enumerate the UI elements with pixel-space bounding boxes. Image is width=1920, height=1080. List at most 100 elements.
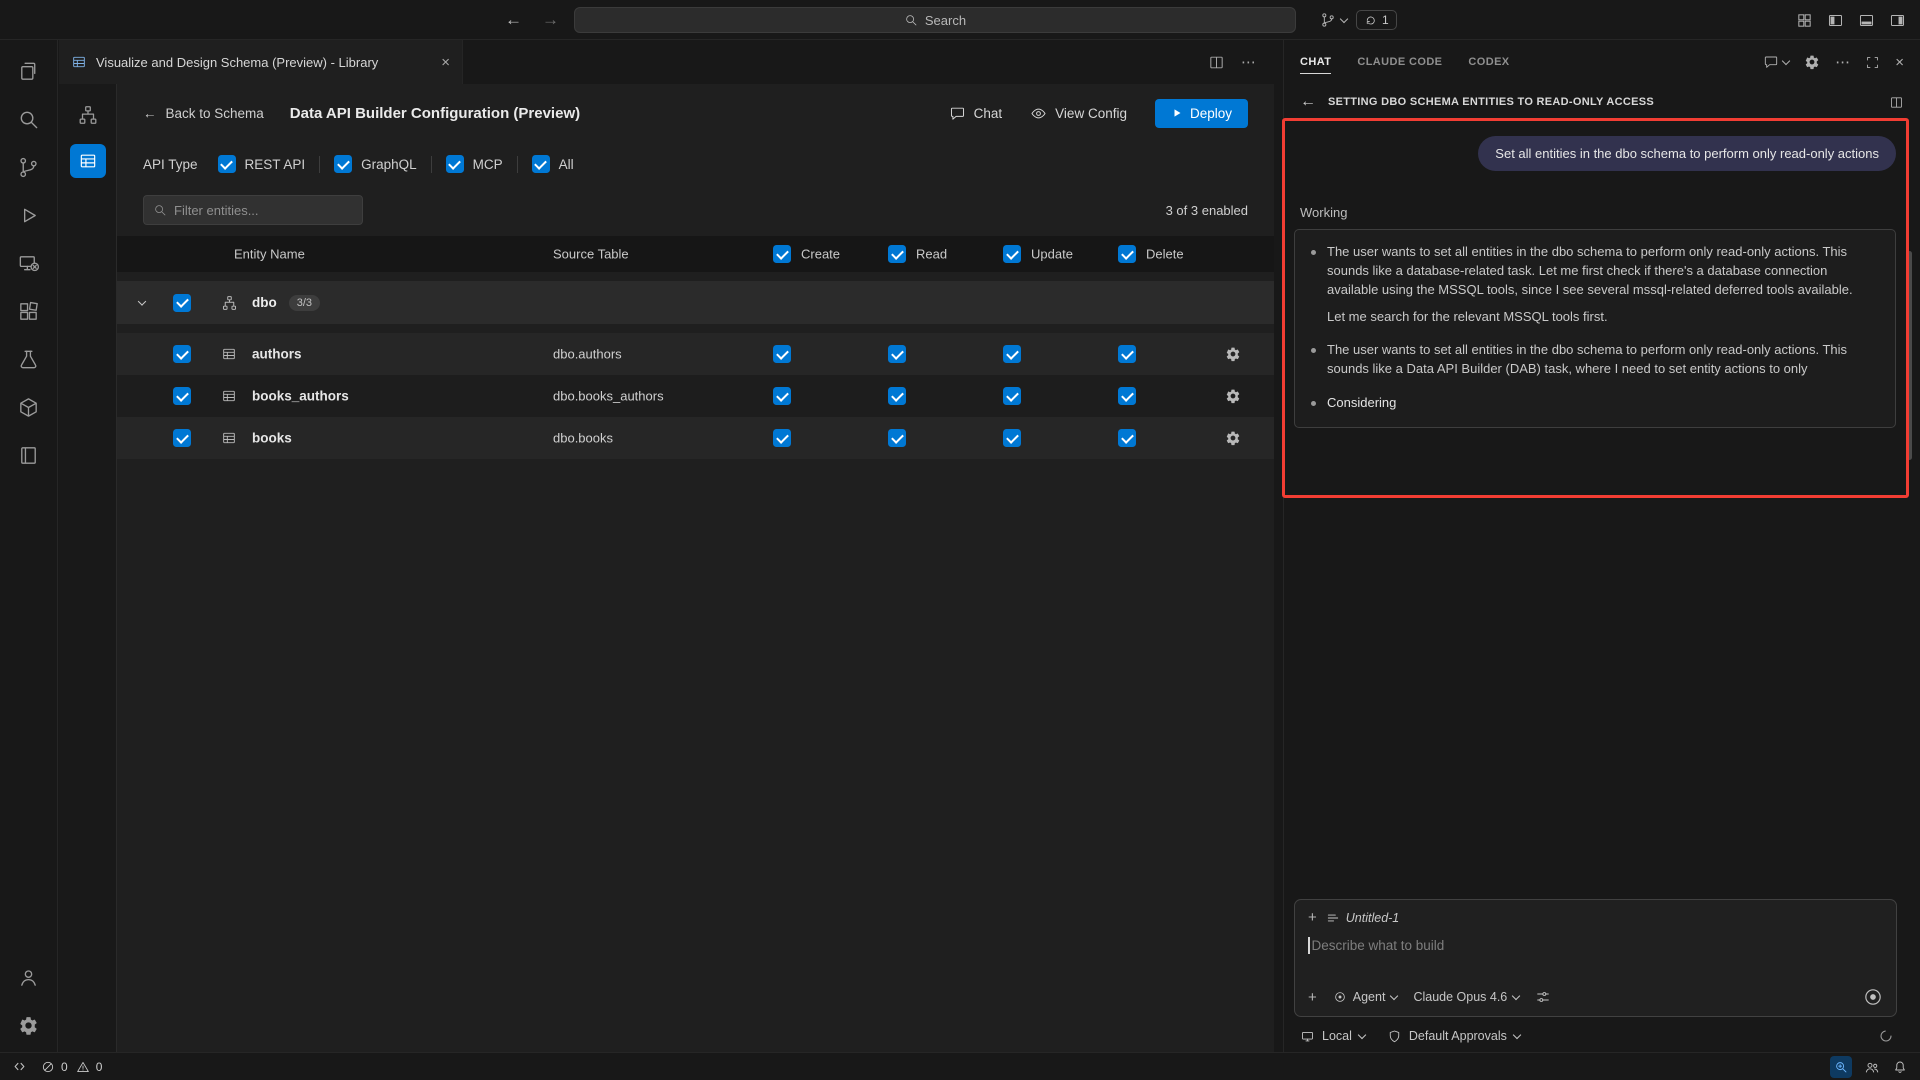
bullet-icon: [1311, 348, 1316, 353]
entity-settings-button[interactable]: [1225, 430, 1241, 446]
api-option-graphql[interactable]: GraphQL: [334, 155, 417, 173]
rest-api-checkbox[interactable]: [218, 155, 236, 173]
collapse-group-chevron-icon[interactable]: [138, 297, 146, 305]
sync-status-pill[interactable]: 1: [1356, 10, 1397, 30]
chat-back-icon[interactable]: ←: [1300, 93, 1316, 111]
environment-dropdown[interactable]: Local: [1300, 1029, 1365, 1044]
testing-icon[interactable]: [7, 338, 51, 380]
zoom-status-button[interactable]: [1830, 1056, 1852, 1078]
create-checkbox[interactable]: [773, 387, 791, 405]
table-row-authors[interactable]: authors dbo.authors: [117, 333, 1274, 375]
read-checkbox[interactable]: [888, 345, 906, 363]
chat-settings-gear-icon[interactable]: [1804, 54, 1820, 70]
context-file-chip[interactable]: Untitled-1: [1326, 911, 1400, 925]
create-checkbox[interactable]: [773, 345, 791, 363]
table-row-books[interactable]: books dbo.books: [117, 417, 1274, 459]
explorer-icon[interactable]: [7, 50, 51, 92]
new-chat-dropdown-button[interactable]: [1763, 54, 1789, 70]
api-builder-view-button[interactable]: [70, 144, 106, 178]
row-select-checkbox[interactable]: [173, 429, 191, 447]
chat-composer[interactable]: + Untitled-1 Describe what to build + Ag…: [1294, 899, 1897, 1017]
schema-group-row-dbo[interactable]: dbo 3/3: [117, 281, 1274, 324]
update-checkbox[interactable]: [1003, 387, 1021, 405]
remote-indicator-icon[interactable]: [12, 1059, 27, 1074]
notebook-icon[interactable]: [7, 434, 51, 476]
toggle-primary-sidebar-icon[interactable]: [1827, 12, 1844, 29]
close-tab-icon[interactable]: ×: [441, 54, 450, 71]
customize-layout-icon[interactable]: [1796, 12, 1813, 29]
attach-button[interactable]: +: [1308, 989, 1317, 1006]
command-search-box[interactable]: Search: [574, 7, 1296, 33]
tab-visualize-design-schema[interactable]: Visualize and Design Schema (Preview) - …: [59, 40, 463, 84]
delete-checkbox[interactable]: [1118, 345, 1136, 363]
mcp-checkbox[interactable]: [446, 155, 464, 173]
entity-settings-button[interactable]: [1225, 346, 1241, 362]
voice-send-button[interactable]: [1863, 987, 1883, 1007]
delete-checkbox[interactable]: [1118, 387, 1136, 405]
add-context-button[interactable]: +: [1308, 909, 1317, 926]
view-config-button[interactable]: View Config: [1030, 105, 1127, 122]
close-panel-icon[interactable]: ×: [1895, 55, 1904, 70]
tab-chat[interactable]: CHAT: [1300, 51, 1331, 74]
chat-panel-tabs: CHAT CLAUDE CODE CODEX ⋯ ×: [1284, 40, 1920, 84]
read-checkbox[interactable]: [888, 387, 906, 405]
agent-mode-dropdown[interactable]: Agent: [1333, 990, 1398, 1004]
entity-name: authors: [252, 347, 302, 362]
session-picker-button[interactable]: [1320, 12, 1347, 28]
delete-checkbox[interactable]: [1118, 429, 1136, 447]
group-select-checkbox[interactable]: [173, 294, 191, 312]
entity-settings-button[interactable]: [1225, 388, 1241, 404]
deploy-button[interactable]: Deploy: [1155, 99, 1248, 128]
scrollbar-thumb[interactable]: [1907, 251, 1912, 460]
chat-button[interactable]: Chat: [949, 105, 1003, 122]
package-explorer-icon[interactable]: [7, 386, 51, 428]
select-all-create-checkbox[interactable]: [773, 245, 791, 263]
back-to-schema-link[interactable]: ← Back to Schema: [143, 106, 264, 121]
toggle-panel-icon[interactable]: [1858, 12, 1875, 29]
api-type-row: API Type REST API GraphQL MCP: [117, 142, 1274, 186]
row-select-checkbox[interactable]: [173, 345, 191, 363]
all-checkbox[interactable]: [532, 155, 550, 173]
toggle-secondary-sidebar-icon[interactable]: [1889, 12, 1906, 29]
maximize-panel-icon[interactable]: [1865, 55, 1880, 70]
update-checkbox[interactable]: [1003, 429, 1021, 447]
notifications-bell-icon[interactable]: [1892, 1059, 1908, 1075]
remote-explorer-icon[interactable]: [7, 242, 51, 284]
split-editor-icon[interactable]: [1208, 54, 1225, 71]
divider: [319, 156, 320, 173]
update-checkbox[interactable]: [1003, 345, 1021, 363]
api-option-rest[interactable]: REST API: [218, 155, 306, 173]
accounts-status-icon[interactable]: [1864, 1059, 1880, 1075]
settings-gear-icon[interactable]: [7, 1004, 51, 1046]
extensions-icon[interactable]: [7, 290, 51, 332]
editor-more-actions-icon[interactable]: ⋯: [1241, 55, 1256, 70]
tab-claude-code[interactable]: CLAUDE CODE: [1357, 51, 1442, 73]
tab-codex[interactable]: CODEX: [1468, 51, 1509, 73]
select-all-read-checkbox[interactable]: [888, 245, 906, 263]
read-checkbox[interactable]: [888, 429, 906, 447]
graphql-checkbox[interactable]: [334, 155, 352, 173]
row-select-checkbox[interactable]: [173, 387, 191, 405]
open-in-editor-icon[interactable]: [1889, 95, 1904, 110]
chat-more-actions-icon[interactable]: ⋯: [1835, 55, 1850, 70]
run-debug-icon[interactable]: [7, 194, 51, 236]
filter-entities-input[interactable]: [174, 203, 344, 218]
api-option-mcp[interactable]: MCP: [446, 155, 503, 173]
problems-status[interactable]: 0 0: [41, 1060, 104, 1074]
select-all-delete-checkbox[interactable]: [1118, 245, 1136, 263]
table-row-books-authors[interactable]: books_authors dbo.books_authors: [117, 375, 1274, 417]
schema-designer-view-button[interactable]: [70, 98, 106, 132]
search-sidebar-icon[interactable]: [7, 98, 51, 140]
model-settings-sliders-icon[interactable]: [1535, 989, 1551, 1005]
history-forward-button[interactable]: →: [542, 10, 559, 30]
select-all-update-checkbox[interactable]: [1003, 245, 1021, 263]
api-option-all[interactable]: All: [532, 155, 574, 173]
history-back-button[interactable]: ←: [505, 10, 522, 30]
agent-thinking-box[interactable]: The user wants to set all entities in th…: [1294, 229, 1896, 428]
source-control-icon[interactable]: [7, 146, 51, 188]
model-picker-dropdown[interactable]: Claude Opus 4.6: [1413, 990, 1519, 1004]
accounts-icon[interactable]: [7, 956, 51, 998]
approvals-dropdown[interactable]: Default Approvals: [1387, 1029, 1520, 1044]
create-checkbox[interactable]: [773, 429, 791, 447]
composer-placeholder[interactable]: Describe what to build: [1312, 938, 1445, 953]
